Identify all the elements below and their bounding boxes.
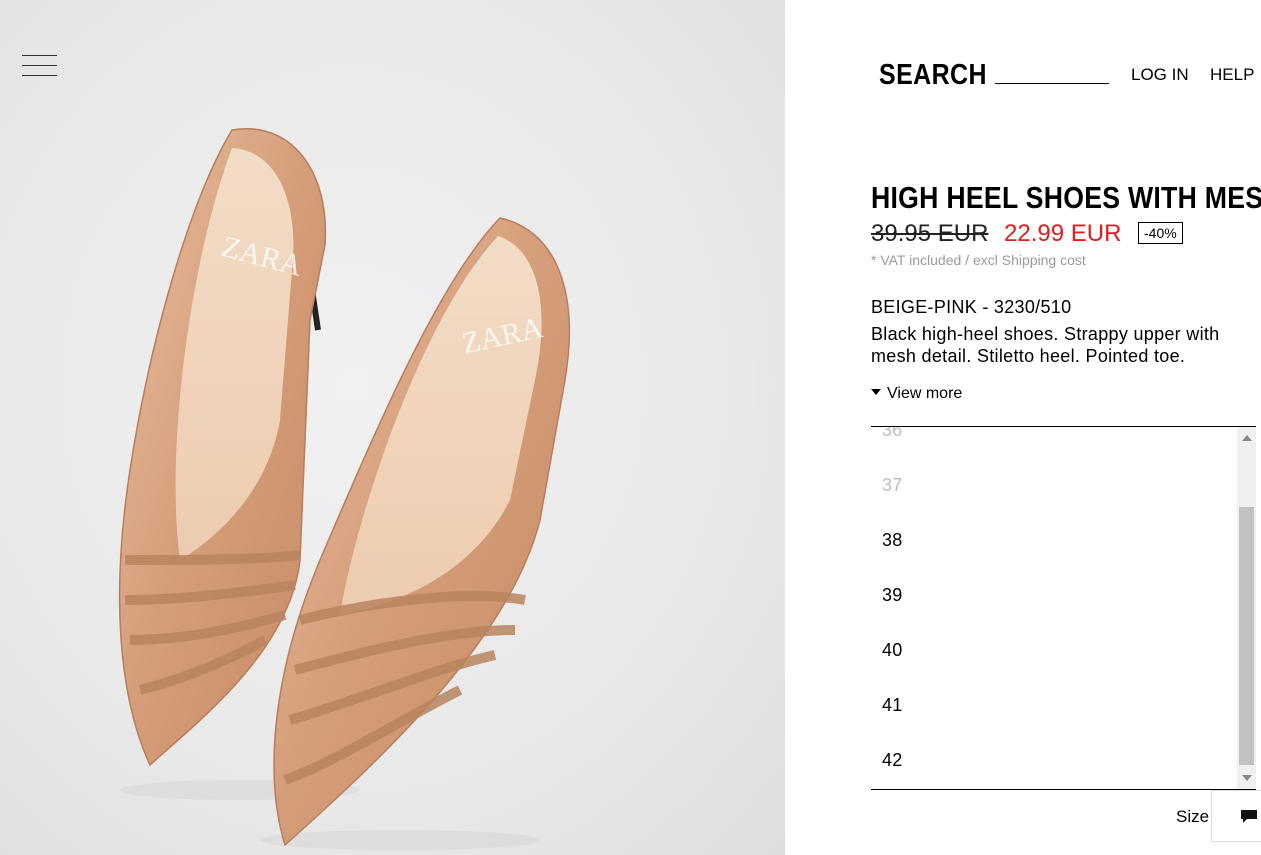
- product-title: HIGH HEEL SHOES WITH MESH: [871, 180, 1261, 215]
- vat-note: * VAT included / excl Shipping cost: [871, 252, 1086, 268]
- size-guide-link[interactable]: Size: [1176, 807, 1209, 827]
- size-option-38[interactable]: 38: [882, 530, 903, 551]
- discount-badge: -40%: [1138, 222, 1183, 244]
- sale-price: 22.99 EUR: [1004, 220, 1122, 247]
- size-option-41[interactable]: 41: [882, 695, 903, 716]
- original-price: 39.95 EUR: [871, 220, 989, 247]
- shoe-pair-image: ZARA ZARA: [118, 128, 571, 850]
- size-list-scrollbar[interactable]: [1237, 427, 1256, 789]
- size-option-36[interactable]: 36: [882, 427, 903, 441]
- color-reference: BEIGE-PINK - 3230/510: [871, 297, 1072, 317]
- hamburger-menu-icon[interactable]: [22, 55, 57, 77]
- scroll-down-arrow-icon[interactable]: [1242, 775, 1252, 781]
- product-description: Black high-heel shoes. Strappy upper wit…: [871, 324, 1220, 366]
- size-option-42[interactable]: 42: [882, 750, 903, 771]
- view-more-label: View more: [887, 385, 963, 402]
- scrollbar-thumb[interactable]: [1239, 507, 1254, 765]
- search-input[interactable]: [995, 83, 1109, 84]
- scroll-up-arrow-icon[interactable]: [1242, 435, 1252, 441]
- login-link[interactable]: LOG IN: [1131, 65, 1189, 85]
- chat-icon: [1241, 810, 1257, 823]
- size-option-39[interactable]: 39: [882, 585, 903, 606]
- size-selector-list[interactable]: 36 37 38 39 40 41 42: [871, 426, 1256, 790]
- size-option-37[interactable]: 37: [882, 475, 903, 496]
- view-more-toggle[interactable]: View more: [871, 385, 962, 403]
- help-link[interactable]: HELP: [1210, 65, 1254, 85]
- search-label[interactable]: SEARCH: [879, 59, 987, 92]
- size-option-40[interactable]: 40: [882, 640, 903, 661]
- caret-down-icon: [871, 388, 881, 395]
- chat-button[interactable]: [1211, 790, 1261, 842]
- product-image: ZARA ZARA: [0, 0, 785, 855]
